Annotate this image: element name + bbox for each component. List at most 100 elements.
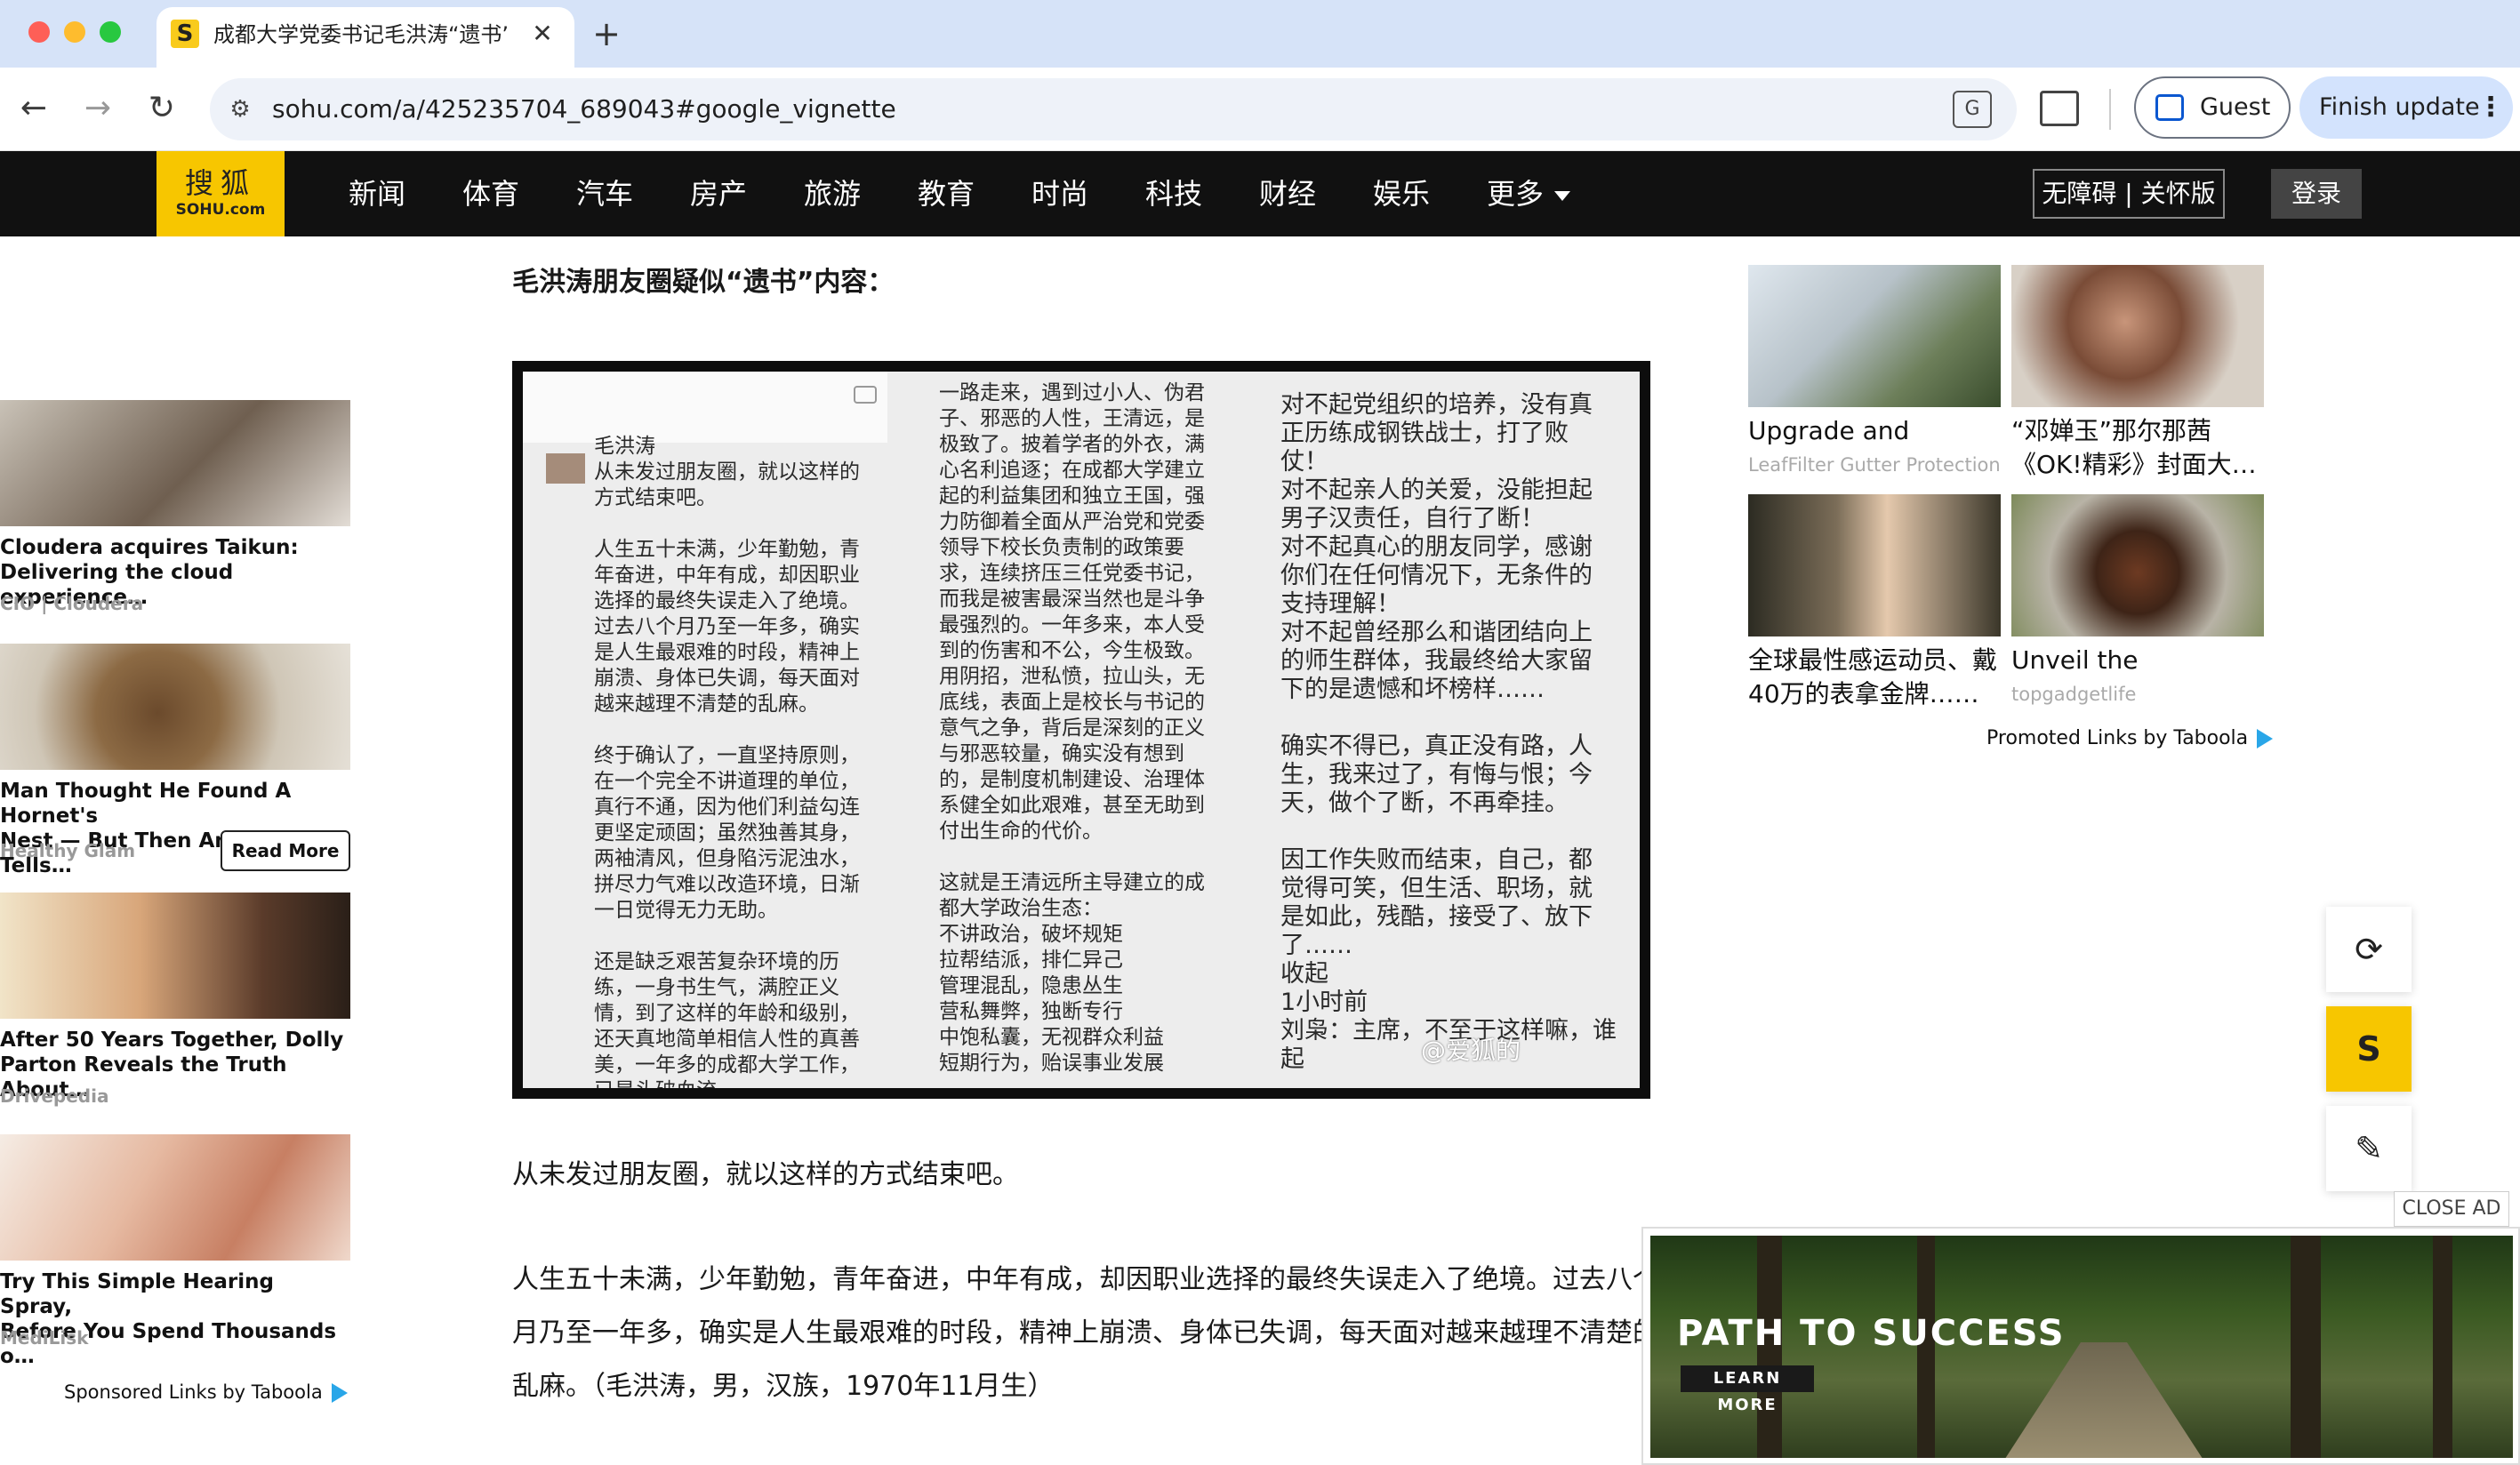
login-button[interactable]: 登录 [2271, 169, 2362, 219]
tree-graphic [2433, 1236, 2452, 1458]
ad-image [0, 1134, 350, 1261]
accessibility-button[interactable]: 无障碍 | 关怀版 [2033, 169, 2225, 219]
right-ad-card-3[interactable]: 全球最性感运动员、戴 40万的表拿金牌…… [1748, 494, 2001, 716]
address-bar[interactable]: ⚙ sohu.com/a/425235704_689043#google_vig… [210, 78, 2017, 140]
maximize-window-button[interactable] [100, 21, 121, 43]
back-button[interactable]: ← [12, 87, 55, 130]
url-text[interactable]: sohu.com/a/425235704_689043#google_vigne… [272, 94, 896, 124]
close-ad-button[interactable]: CLOSE AD [2394, 1191, 2509, 1227]
article-subheading: 毛洪涛朋友圈疑似“遗书”内容： [512, 267, 895, 298]
ad-title[interactable]: Unveil the Mystical… [2011, 644, 2264, 677]
ad-source: MediLisk [0, 1327, 89, 1349]
watermark: @爱狐的 [1421, 1036, 1521, 1065]
finish-update-label: Finish update [2319, 93, 2480, 121]
ad-headline: PATH TO SUCCESS [1677, 1313, 2066, 1354]
article-paragraph-2: 人生五十未满，少年勤勉，青年奋进，中年有成，却因职业选择的最终失误走入了绝境。过… [512, 1264, 1659, 1402]
screenshot-column-2: 一路走来，遇到过小人、伪君 子、邪恶的人性，王清远，是 极致了。披着学者的外衣，… [939, 381, 1205, 1075]
ad-image [0, 400, 350, 526]
minimize-window-button[interactable] [64, 21, 85, 43]
logo-cn-text: 搜狐 [184, 166, 256, 200]
nav-item-education[interactable]: 教育 [918, 174, 975, 213]
nav-item-auto[interactable]: 汽车 [576, 174, 633, 213]
profile-icon [2155, 94, 2184, 121]
camera-icon [854, 386, 877, 404]
learn-more-button[interactable]: LEARN MORE [1681, 1365, 1814, 1414]
page: S 成都大学党委书记毛洪涛“遗书” ✕ + ← → ↻ ⚙ sohu.com/a… [0, 0, 2520, 1465]
left-ad-card-2[interactable]: Man Thought He Found A Hornet's Nest — B… [0, 644, 350, 877]
ad-image [0, 893, 350, 1019]
site-info-icon[interactable]: ⚙ [224, 93, 256, 125]
ad-source: Healthy Glam [0, 840, 136, 861]
nav-item-more[interactable]: 更多 [1487, 174, 1571, 213]
left-ad-card-1[interactable]: Cloudera acquires Taikun: Delivering the… [0, 400, 350, 631]
sponsored-label: Sponsored Links by Taboola [64, 1381, 323, 1403]
right-ad-card-2[interactable]: “邓婵玉”那尔那茜 《OK!精彩》封面大… [2011, 265, 2264, 487]
article-paragraph-1: 从未发过朋友圈，就以这样的方式结束吧。 [512, 1159, 1019, 1190]
ad-image: PATH TO SUCCESS LEARN MORE [1650, 1236, 2513, 1458]
tab-close-icon[interactable]: ✕ [526, 18, 558, 50]
right-ad-card-1[interactable]: Upgrade and prote… LeafFilter Gutter Pro… [1748, 265, 2001, 487]
ad-title[interactable]: Upgrade and prote… [1748, 414, 2001, 448]
nav-more-label: 更多 [1487, 177, 1545, 211]
nav-item-finance[interactable]: 财经 [1259, 174, 1316, 213]
menu-kebab-icon[interactable]: ⋮ [2477, 76, 2504, 139]
reload-button[interactable]: ↻ [140, 87, 183, 130]
wechat-moments-screenshot: 毛洪涛 从未发过朋友圈，就以这样的 方式结束吧。 人生五十未满，少年勤勉，青 年… [512, 361, 1650, 1099]
ad-image [1748, 265, 2001, 407]
guest-profile-button[interactable]: Guest [2134, 76, 2291, 139]
taboola-promoted-links[interactable]: Promoted Links by Taboola [1986, 725, 2274, 752]
sohu-app-icon[interactable]: S [2326, 1006, 2412, 1092]
refresh-feed-icon[interactable]: ⟳ [2326, 907, 2412, 992]
ad-image [0, 644, 350, 770]
nav-item-fashion[interactable]: 时尚 [1031, 174, 1088, 213]
nav-item-news[interactable]: 新闻 [349, 174, 405, 213]
ad-source: topgadgetlife [2011, 684, 2137, 705]
ad-title[interactable]: “邓婵玉”那尔那茜 《OK!精彩》封面大… [2011, 414, 2264, 484]
ad-source: LeafFilter Gutter Protection [1748, 454, 2001, 476]
new-tab-button[interactable]: + [587, 14, 626, 53]
nav-item-entertainment[interactable]: 娱乐 [1373, 174, 1430, 213]
bottom-banner-ad[interactable]: PATH TO SUCCESS LEARN MORE [1641, 1227, 2520, 1465]
browser-toolbar: ← → ↻ ⚙ sohu.com/a/425235704_689043#goog… [0, 68, 2520, 151]
right-ad-card-4[interactable]: Unveil the Mystical… topgadgetlife [2011, 494, 2264, 716]
ad-title[interactable]: Try This Simple Hearing Spray, Before Yo… [0, 1269, 350, 1369]
left-ad-card-3[interactable]: After 50 Years Together, Dolly Parton Re… [0, 893, 350, 1124]
tree-graphic [2291, 1236, 2321, 1458]
path-graphic [1988, 1342, 2219, 1458]
tab-strip: S 成都大学党委书记毛洪涛“遗书” ✕ + [0, 0, 2520, 68]
avatar [546, 453, 585, 484]
tab-title: 成都大学党委书记毛洪涛“遗书” [213, 22, 507, 47]
forward-button[interactable]: → [76, 87, 119, 130]
edit-icon[interactable]: ✎ [2326, 1106, 2412, 1191]
nav-item-realestate[interactable]: 房产 [690, 174, 747, 213]
browser-tab[interactable]: S 成都大学党委书记毛洪涛“遗书” ✕ [156, 7, 574, 68]
toolbar-divider [2109, 89, 2111, 130]
nav-item-travel[interactable]: 旅游 [804, 174, 861, 213]
taboola-icon [2257, 729, 2274, 749]
close-window-button[interactable] [28, 21, 50, 43]
sohu-logo[interactable]: 搜狐 SOHU.com [156, 151, 285, 236]
ad-source: Drivepedia [0, 1085, 109, 1107]
ad-source: CIO | Cloudera [0, 593, 144, 614]
nav-item-sports[interactable]: 体育 [462, 174, 519, 213]
nav-item-tech[interactable]: 科技 [1145, 174, 1202, 213]
taboola-sponsored-links[interactable]: Sponsored Links by Taboola [64, 1380, 348, 1405]
sohu-favicon-icon: S [171, 20, 199, 48]
ad-image [2011, 494, 2264, 636]
ad-title[interactable]: 全球最性感运动员、戴 40万的表拿金牌…… [1748, 644, 2001, 713]
read-more-button[interactable]: Read More [221, 830, 350, 871]
chevron-down-icon [1554, 190, 1571, 201]
screenshot-column-3: 对不起党组织的培养，没有真 正历练成钢铁战士，打了败 仗！ 对不起亲人的关爱，没… [1280, 391, 1617, 1073]
logo-en-text: SOHU.com [175, 201, 266, 219]
screenshot-column-1: 毛洪涛 从未发过朋友圈，就以这样的 方式结束吧。 人生五十未满，少年勤勉，青 年… [594, 435, 860, 1088]
cast-icon[interactable] [2040, 91, 2079, 126]
sohu-nav-bar: 搜狐 SOHU.com 新闻 体育 汽车 房产 旅游 教育 时尚 科技 财经 娱… [0, 151, 2520, 236]
promoted-label: Promoted Links by Taboola [1986, 727, 2249, 749]
translate-icon[interactable]: G [1953, 91, 1992, 128]
finish-update-button[interactable]: Finish update ⋮ [2299, 76, 2513, 139]
guest-label: Guest [2200, 93, 2271, 121]
screenshot-content: 毛洪涛 从未发过朋友圈，就以这样的 方式结束吧。 人生五十未满，少年勤勉，青 年… [523, 372, 1640, 1088]
left-ad-card-4[interactable]: Try This Simple Hearing Spray, Before Yo… [0, 1134, 350, 1368]
ad-image [2011, 265, 2264, 407]
taboola-icon [331, 1383, 348, 1403]
